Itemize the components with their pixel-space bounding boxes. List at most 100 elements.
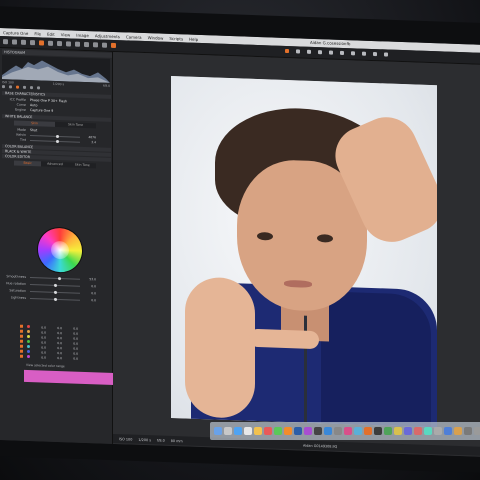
finder-icon[interactable] (214, 427, 222, 435)
photoshop-icon[interactable] (294, 427, 302, 435)
slider-knob[interactable] (56, 134, 59, 138)
downloads-icon[interactable] (464, 427, 472, 435)
safari-icon[interactable] (234, 427, 242, 435)
enabled-check[interactable] (20, 354, 23, 358)
enabled-check[interactable] (20, 344, 23, 348)
trash-icon[interactable] (474, 427, 480, 435)
folder-icon[interactable] (21, 39, 26, 45)
color-tool-icon[interactable] (39, 40, 44, 46)
library-icon[interactable] (30, 40, 35, 46)
output-icon[interactable] (93, 42, 98, 48)
menu-item-image[interactable]: Image (76, 32, 89, 37)
pan-tool-icon[interactable] (285, 48, 289, 54)
menu-item-window[interactable]: Window (148, 35, 164, 41)
tool-tab-icon[interactable] (9, 85, 12, 89)
menu-item-view[interactable]: View (61, 32, 71, 37)
slider-knob[interactable] (54, 283, 57, 287)
app-store-icon[interactable] (324, 427, 332, 435)
menu-item-adjustments[interactable]: Adjustments (95, 33, 120, 39)
slider-knob[interactable] (56, 139, 59, 143)
calendar-icon[interactable] (264, 427, 272, 435)
menu-item-help[interactable]: Help (189, 36, 198, 41)
tab-skin-tone-editor[interactable]: Skin Tone (68, 162, 96, 169)
slider-knob[interactable] (54, 297, 57, 301)
table-cell: 0.0 (73, 351, 78, 356)
details-icon[interactable] (66, 41, 71, 47)
keystone-tool-icon[interactable] (329, 50, 333, 55)
menu-item-app[interactable]: Capture One (3, 30, 28, 36)
lightness-slider[interactable] (30, 297, 80, 301)
settings-icon[interactable] (334, 427, 342, 435)
rotate-tool-icon[interactable] (318, 50, 322, 55)
launchpad-icon[interactable] (224, 427, 232, 435)
smoothness-row[interactable]: Smoothness 53.0 (4, 274, 108, 282)
kelvin-slider[interactable] (30, 134, 80, 138)
mask-tool-icon[interactable] (340, 50, 344, 56)
table-cell: 0.0 (41, 334, 46, 340)
capture-icon[interactable] (12, 39, 17, 45)
notes-icon[interactable] (254, 427, 262, 435)
batch-icon[interactable] (102, 42, 107, 48)
smoothness-slider[interactable] (30, 276, 80, 280)
tab-skin-tone[interactable]: Skin Tone (55, 121, 96, 129)
lightness-row[interactable]: Lightness 0.0 (4, 295, 108, 303)
tab-skin[interactable]: Skin (14, 120, 55, 127)
app-icon[interactable] (414, 427, 422, 435)
menu-item-edit[interactable]: Edit (47, 31, 55, 36)
terminal-icon[interactable] (314, 427, 322, 435)
app-icon[interactable] (374, 427, 382, 435)
enabled-check[interactable] (20, 324, 23, 328)
portrait-photo[interactable] (171, 75, 437, 428)
app-icon[interactable] (404, 427, 412, 435)
annotate-tool-icon[interactable] (362, 51, 366, 56)
messages-icon[interactable] (274, 427, 282, 435)
import-icon[interactable] (3, 39, 8, 45)
export-icon[interactable] (111, 42, 116, 49)
hue-rotation-row[interactable]: Hue rotation 0.0 (4, 281, 108, 289)
app-icon[interactable] (394, 427, 402, 435)
enabled-check[interactable] (20, 339, 23, 343)
saturation-slider[interactable] (30, 290, 80, 294)
music-icon[interactable] (304, 427, 312, 435)
color-wheel[interactable] (38, 227, 82, 273)
enabled-check[interactable] (20, 349, 23, 353)
app-icon[interactable] (344, 427, 352, 435)
app-icon[interactable] (354, 427, 362, 435)
zoom-tool-icon[interactable] (296, 49, 300, 54)
apply-adjustments-icon[interactable] (384, 52, 388, 57)
layers-icon[interactable] (75, 41, 80, 47)
crop-tool-icon[interactable] (307, 49, 311, 54)
app-icon[interactable] (434, 427, 442, 435)
selected-color-swatch[interactable] (24, 369, 114, 385)
tint-slider[interactable] (30, 139, 80, 143)
image-viewer[interactable]: ISO 100 1/200 s f/8.0 80 mm Aidan G01493… (113, 51, 480, 457)
slider-knob[interactable] (58, 276, 61, 280)
tab-advanced[interactable]: Advanced (41, 161, 69, 168)
menu-item-file[interactable]: File (34, 31, 41, 36)
tool-tab-icon[interactable] (16, 85, 19, 89)
enabled-check[interactable] (20, 329, 23, 333)
slider-knob[interactable] (54, 290, 57, 294)
saturation-row[interactable]: Saturation 0.0 (4, 288, 108, 296)
exposure-icon[interactable] (48, 40, 53, 46)
menu-item-camera[interactable]: Camera (126, 34, 142, 40)
picker-tool-icon[interactable] (351, 51, 355, 56)
photos-icon[interactable] (284, 427, 292, 435)
copy-adjustments-icon[interactable] (373, 52, 377, 57)
enabled-check[interactable] (20, 334, 23, 338)
tool-tab-icon[interactable] (30, 86, 33, 90)
tool-tab-icon[interactable] (37, 86, 40, 90)
tool-tab-icon[interactable] (23, 85, 26, 89)
app-icon[interactable] (384, 427, 392, 435)
app-icon[interactable] (444, 427, 452, 435)
menu-item-scripts[interactable]: Scripts (169, 35, 183, 40)
mail-icon[interactable] (244, 427, 252, 435)
hue-rotation-slider[interactable] (30, 283, 80, 287)
app-icon[interactable] (424, 427, 432, 435)
tab-basic[interactable]: Basic (14, 160, 42, 167)
lens-icon[interactable] (57, 40, 62, 47)
tool-tab-icon[interactable] (2, 85, 5, 89)
app-icon[interactable] (454, 427, 462, 435)
metadata-icon[interactable] (84, 41, 89, 48)
capture-one-icon[interactable] (364, 427, 372, 435)
